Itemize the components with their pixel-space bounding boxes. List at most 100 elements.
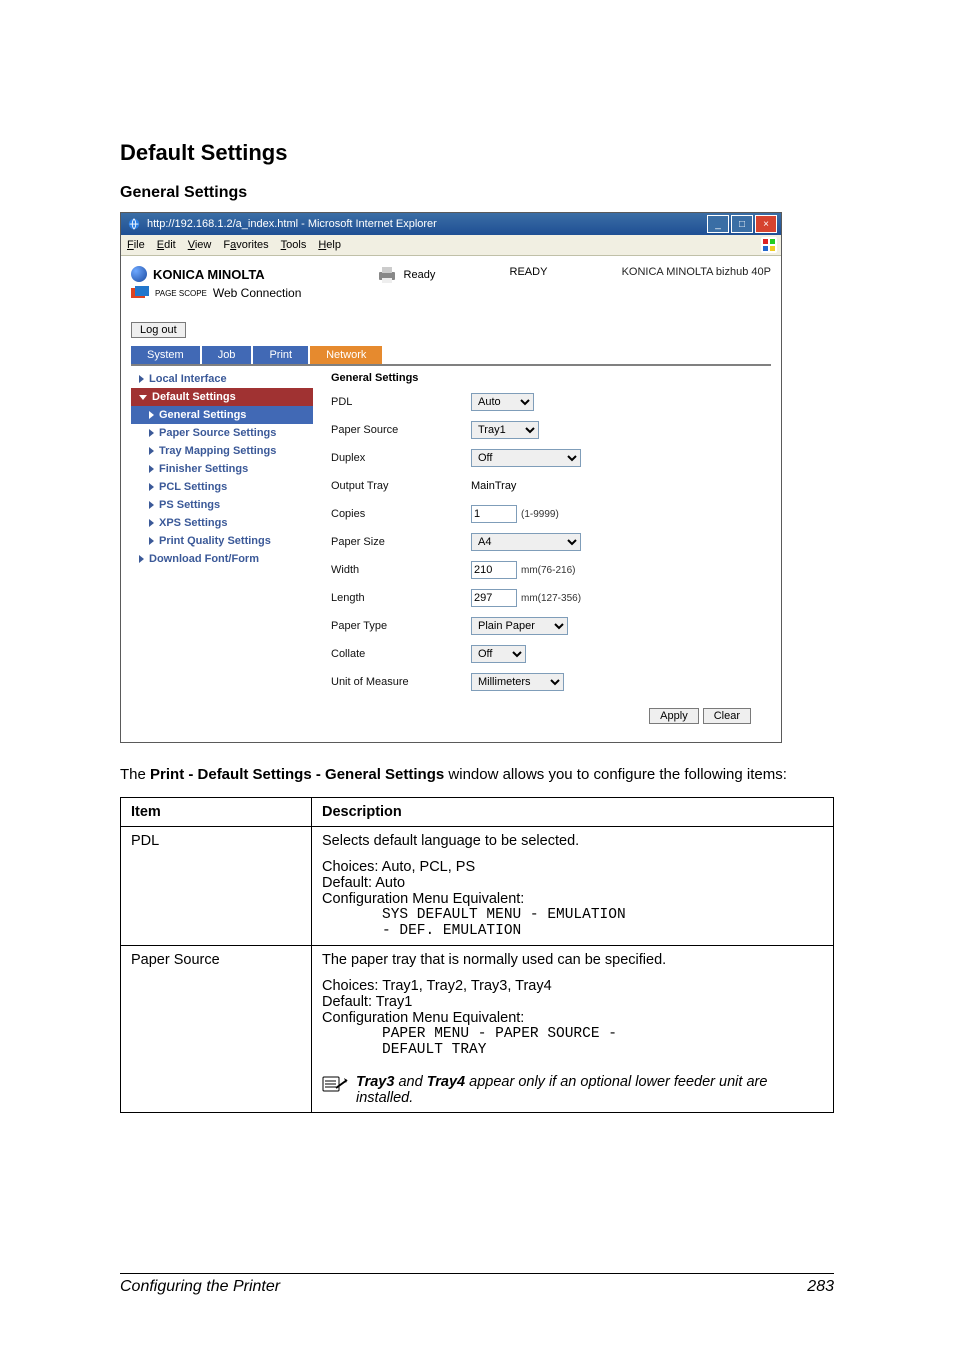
note-icon bbox=[322, 1074, 348, 1094]
pagescope-prefix: PAGE SCOPE bbox=[155, 289, 207, 298]
sidebar-item-label: PCL Settings bbox=[159, 481, 227, 493]
sidebar-item-pcl-settings[interactable]: PCL Settings bbox=[131, 478, 313, 496]
page-title: Default Settings bbox=[120, 140, 834, 166]
desc-main: The paper tray that is normally used can… bbox=[322, 952, 823, 968]
sidebar-item-ps-settings[interactable]: PS Settings bbox=[131, 496, 313, 514]
sidebar-item-label: Download Font/Form bbox=[149, 553, 259, 565]
cell-desc: Selects default language to be selected.… bbox=[312, 827, 834, 946]
menu-help[interactable]: Help bbox=[318, 239, 341, 251]
minimize-button[interactable]: _ bbox=[707, 215, 729, 233]
note-mid: and bbox=[394, 1074, 426, 1090]
sidebar-item-tray-mapping-settings[interactable]: Tray Mapping Settings bbox=[131, 442, 313, 460]
status-label: Ready bbox=[404, 269, 436, 281]
cfg-line: - DEF. EMULATION bbox=[382, 923, 823, 939]
paper-size-select[interactable]: A4 bbox=[471, 533, 581, 551]
cfg-label: Configuration Menu Equivalent: bbox=[322, 891, 823, 907]
apply-button[interactable]: Apply bbox=[649, 708, 699, 724]
width-input[interactable] bbox=[471, 561, 517, 579]
field-label: Paper Size bbox=[331, 536, 471, 548]
duplex-select[interactable]: Off bbox=[471, 449, 581, 467]
cell-item: Paper Source bbox=[121, 946, 312, 1113]
sidebar-item-local-interface[interactable]: Local Interface bbox=[131, 370, 313, 388]
paper-type-select[interactable]: Plain Paper bbox=[471, 617, 568, 635]
field-label: Duplex bbox=[331, 452, 471, 464]
page-content: KONICA MINOLTA PAGE SCOPE Web Connection… bbox=[121, 256, 781, 742]
copies-input[interactable] bbox=[471, 505, 517, 523]
sidebar-item-label: Local Interface bbox=[149, 373, 227, 385]
intro-text: The Print - Default Settings - General S… bbox=[120, 765, 834, 785]
tab-job[interactable]: Job bbox=[202, 346, 252, 364]
menu-edit[interactable]: Edit bbox=[157, 239, 176, 251]
menu-tools[interactable]: Tools bbox=[281, 239, 307, 251]
sidebar-item-download-font-form[interactable]: Download Font/Form bbox=[131, 550, 313, 568]
pagescope-name: Web Connection bbox=[213, 286, 302, 300]
field-row-unit: Unit of Measure Millimeters bbox=[331, 672, 761, 692]
collate-select[interactable]: Off bbox=[471, 645, 526, 663]
km-logo-icon bbox=[131, 266, 147, 282]
field-row-output-tray: Output Tray MainTray bbox=[331, 476, 761, 496]
th-item: Item bbox=[121, 798, 312, 827]
default-label: Default: bbox=[322, 994, 376, 1010]
tab-print[interactable]: Print bbox=[253, 346, 308, 364]
sidebar-item-label: XPS Settings bbox=[159, 517, 227, 529]
note-bold: Tray3 bbox=[356, 1074, 394, 1090]
length-input[interactable] bbox=[471, 589, 517, 607]
default-label: Default: bbox=[322, 875, 375, 891]
sidebar-item-general-settings[interactable]: General Settings bbox=[131, 406, 313, 424]
length-range: mm(127-356) bbox=[521, 593, 581, 604]
logout-button[interactable]: Log out bbox=[131, 322, 186, 338]
intro-bold: Print - Default Settings - General Setti… bbox=[150, 766, 444, 783]
sidebar-item-finisher-settings[interactable]: Finisher Settings bbox=[131, 460, 313, 478]
sidebar-item-label: Tray Mapping Settings bbox=[159, 445, 276, 457]
footer-title: Configuring the Printer bbox=[120, 1278, 280, 1296]
ie-throbber-icon bbox=[761, 237, 777, 253]
settings-panel: General Settings PDL Auto Paper Source T… bbox=[313, 366, 771, 728]
field-label: Unit of Measure bbox=[331, 676, 471, 688]
page-footer: Configuring the Printer 283 bbox=[120, 1273, 834, 1296]
tab-bar: System Job Print Network bbox=[131, 346, 771, 364]
status-value: READY bbox=[510, 266, 548, 278]
field-label: Length bbox=[331, 592, 471, 604]
menu-file[interactable]: File bbox=[127, 239, 145, 251]
note: Tray3 and Tray4 appear only if an option… bbox=[322, 1074, 823, 1106]
field-label: Paper Source bbox=[331, 424, 471, 436]
field-row-collate: Collate Off bbox=[331, 644, 761, 664]
field-row-pdl: PDL Auto bbox=[331, 392, 761, 412]
pdl-select[interactable]: Auto bbox=[471, 393, 534, 411]
default-value: Tray1 bbox=[376, 994, 413, 1010]
sidebar-item-label: General Settings bbox=[159, 409, 246, 421]
cfg-label: Configuration Menu Equivalent: bbox=[322, 1010, 823, 1026]
maximize-button[interactable]: □ bbox=[731, 215, 753, 233]
clear-button[interactable]: Clear bbox=[703, 708, 751, 724]
sidebar-item-print-quality-settings[interactable]: Print Quality Settings bbox=[131, 532, 313, 550]
tab-network[interactable]: Network bbox=[310, 346, 382, 364]
sidebar-item-label: Default Settings bbox=[152, 391, 236, 403]
status-block: Ready bbox=[376, 266, 436, 284]
default-value: Auto bbox=[375, 875, 405, 891]
field-row-length: Length mm(127-356) bbox=[331, 588, 761, 608]
field-row-paper-source: Paper Source Tray1 bbox=[331, 420, 761, 440]
copies-range: (1-9999) bbox=[521, 509, 559, 520]
printer-icon bbox=[376, 266, 398, 284]
field-label: Paper Type bbox=[331, 620, 471, 632]
intro-prefix: The bbox=[120, 766, 150, 783]
cell-item: PDL bbox=[121, 827, 312, 946]
cfg-line: DEFAULT TRAY bbox=[382, 1042, 823, 1058]
ie-app-icon bbox=[127, 217, 141, 231]
cfg-line: SYS DEFAULT MENU - EMULATION bbox=[382, 907, 823, 923]
menu-view[interactable]: View bbox=[188, 239, 212, 251]
intro-suffix: window allows you to configure the follo… bbox=[444, 766, 787, 783]
choices-value: Auto, PCL, PS bbox=[382, 859, 476, 875]
unit-select[interactable]: Millimeters bbox=[471, 673, 564, 691]
menu-favorites[interactable]: Favorites bbox=[223, 239, 268, 251]
paper-source-select[interactable]: Tray1 bbox=[471, 421, 539, 439]
table-row-paper-source: Paper Source The paper tray that is norm… bbox=[121, 946, 834, 1113]
sidebar-item-paper-source-settings[interactable]: Paper Source Settings bbox=[131, 424, 313, 442]
sidebar-item-default-settings[interactable]: Default Settings bbox=[131, 388, 313, 406]
sidebar-item-xps-settings[interactable]: XPS Settings bbox=[131, 514, 313, 532]
close-button[interactable]: × bbox=[755, 215, 777, 233]
field-row-copies: Copies (1-9999) bbox=[331, 504, 761, 524]
field-label: Width bbox=[331, 564, 471, 576]
tab-system[interactable]: System bbox=[131, 346, 200, 364]
sidebar-item-label: PS Settings bbox=[159, 499, 220, 511]
